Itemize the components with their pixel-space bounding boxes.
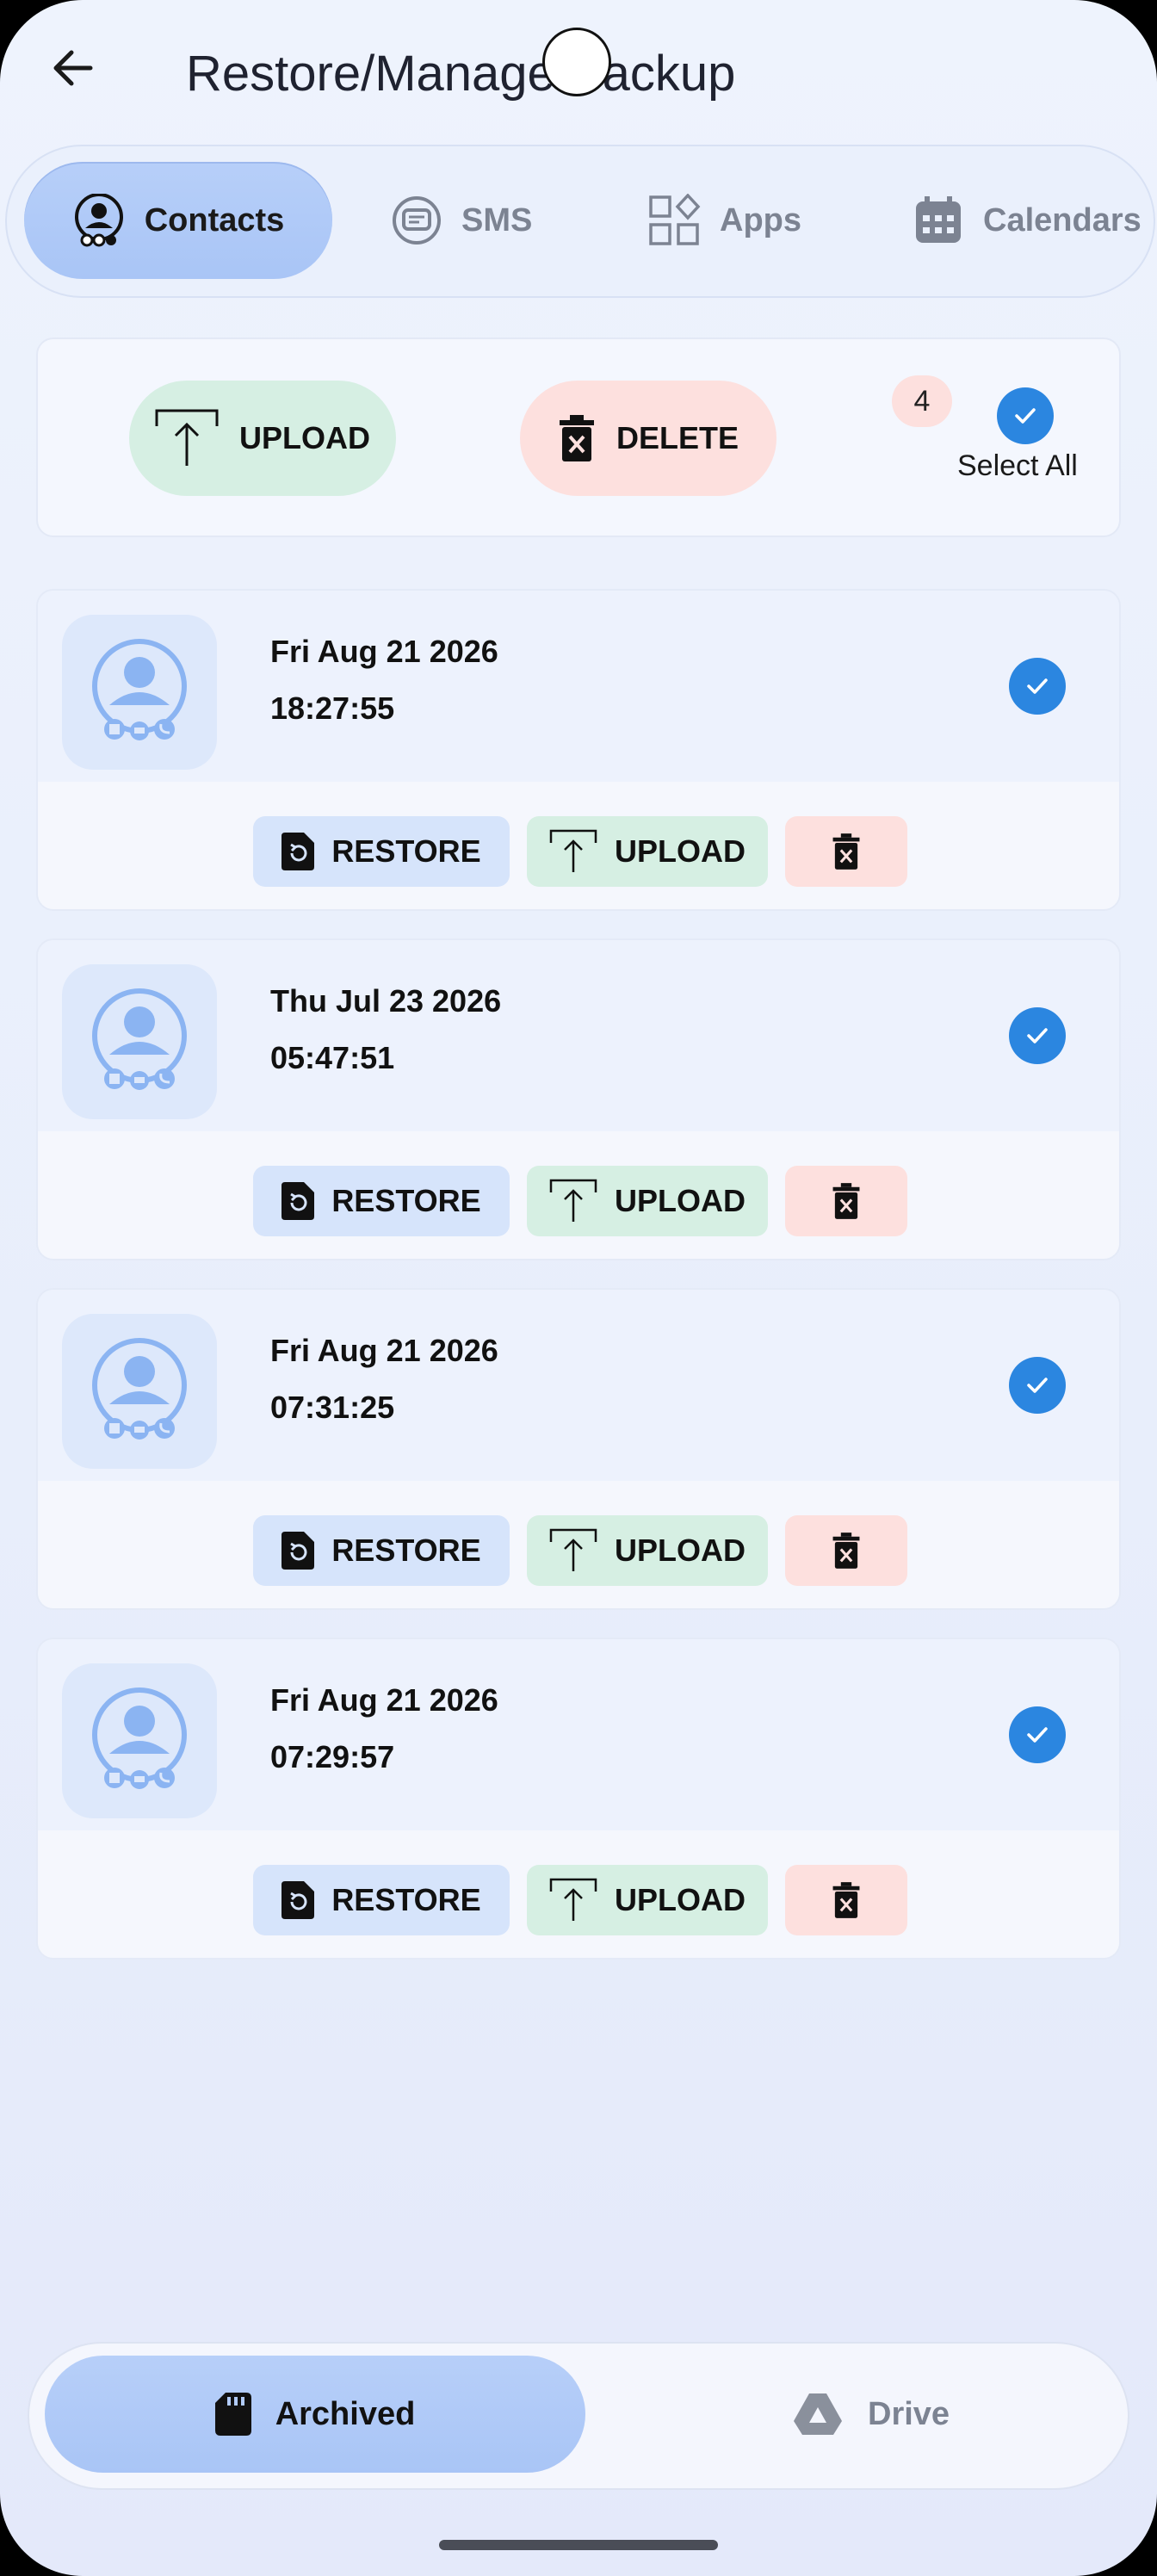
selected-count-badge: 4 <box>892 375 952 427</box>
checkmark-icon <box>1027 678 1048 694</box>
upload-icon <box>155 409 219 468</box>
delete-button[interactable] <box>785 1515 907 1586</box>
sd-card-icon <box>214 2393 251 2436</box>
contacts-backup-icon <box>62 964 217 1119</box>
camera-cutout <box>542 28 611 96</box>
back-arrow-icon <box>53 50 93 86</box>
backup-item-checkbox[interactable] <box>1009 658 1066 715</box>
category-tab-bar: Contacts SMS Apps Calendars <box>5 145 1155 298</box>
backup-item-checkbox[interactable] <box>1009 1007 1066 1064</box>
restore-label: RESTORE <box>331 833 481 869</box>
page-title: Restore/Manage Backup <box>186 46 736 102</box>
trash-icon <box>832 1183 861 1219</box>
delete-button[interactable] <box>785 1865 907 1935</box>
tab-sms-label: SMS <box>461 201 533 238</box>
nav-archived-label: Archived <box>275 2395 416 2432</box>
backup-date: Fri Aug 21 2026 <box>270 1682 498 1718</box>
checkmark-icon <box>1027 1727 1048 1743</box>
tab-contacts[interactable]: Contacts <box>24 162 332 279</box>
restore-button[interactable]: RESTORE <box>253 816 510 887</box>
upload-label: UPLOAD <box>615 1183 746 1218</box>
backup-item: Fri Aug 21 2026 18:27:55 RESTORE UPLOAD <box>36 589 1121 911</box>
select-all-checkbox[interactable] <box>997 387 1054 444</box>
backup-time: 07:31:25 <box>270 1390 395 1425</box>
upload-icon <box>549 1878 597 1923</box>
restore-icon <box>282 833 315 870</box>
upload-all-label: UPLOAD <box>239 420 370 455</box>
trash-icon <box>558 415 596 461</box>
backup-time: 07:29:57 <box>270 1739 395 1774</box>
upload-icon <box>549 829 597 874</box>
nav-drive-label: Drive <box>868 2395 950 2432</box>
tab-contacts-label: Contacts <box>144 201 285 238</box>
delete-button[interactable] <box>785 816 907 887</box>
checkmark-icon <box>1015 408 1036 424</box>
tab-calendars[interactable]: Calendars <box>913 162 1142 279</box>
restore-icon <box>282 1881 315 1919</box>
backup-date: Fri Aug 21 2026 <box>270 1333 498 1368</box>
upload-button[interactable]: UPLOAD <box>527 1515 768 1586</box>
backup-item-checkbox[interactable] <box>1009 1357 1066 1414</box>
contacts-backup-icon <box>62 615 217 770</box>
contacts-backup-icon <box>62 1314 217 1469</box>
upload-all-button[interactable]: UPLOAD <box>129 381 396 496</box>
tab-calendars-label: Calendars <box>983 201 1142 238</box>
backup-date: Fri Aug 21 2026 <box>270 634 498 669</box>
checkmark-icon <box>1027 1028 1048 1043</box>
backup-date: Thu Jul 23 2026 <box>270 983 502 1019</box>
back-button[interactable] <box>43 38 103 98</box>
drive-icon <box>792 2392 844 2437</box>
contacts-backup-icon <box>62 1663 217 1818</box>
backup-item: Fri Aug 21 2026 07:29:57 RESTORE UPLOAD <box>36 1638 1121 1960</box>
trash-icon <box>832 833 861 870</box>
restore-icon <box>282 1532 315 1570</box>
app-screen: Restore/Manage Backup Contacts SMS Apps <box>0 0 1157 2576</box>
backup-item-checkbox[interactable] <box>1009 1706 1066 1763</box>
select-all-label: Select All <box>957 449 1078 482</box>
upload-icon <box>549 1528 597 1573</box>
calendar-icon <box>913 195 964 246</box>
checkmark-icon <box>1027 1378 1048 1393</box>
restore-button[interactable]: RESTORE <box>253 1865 510 1935</box>
sms-icon <box>391 195 442 246</box>
upload-button[interactable]: UPLOAD <box>527 1865 768 1935</box>
restore-label: RESTORE <box>331 1183 481 1218</box>
upload-icon <box>549 1179 597 1223</box>
restore-label: RESTORE <box>331 1533 481 1568</box>
upload-label: UPLOAD <box>615 1533 746 1568</box>
delete-all-label: DELETE <box>616 420 739 455</box>
backup-item: Fri Aug 21 2026 07:31:25 RESTORE UPLOAD <box>36 1288 1121 1610</box>
contacts-icon <box>72 194 126 247</box>
backup-time: 05:47:51 <box>270 1040 395 1075</box>
upload-label: UPLOAD <box>615 1882 746 1917</box>
delete-button[interactable] <box>785 1166 907 1236</box>
nav-archived[interactable]: Archived <box>45 2356 585 2473</box>
restore-icon <box>282 1182 315 1220</box>
tab-apps-label: Apps <box>720 201 801 238</box>
apps-icon <box>647 194 701 247</box>
tab-sms[interactable]: SMS <box>391 162 532 279</box>
upload-button[interactable]: UPLOAD <box>527 816 768 887</box>
delete-all-button[interactable]: DELETE <box>520 381 776 496</box>
trash-icon <box>832 1533 861 1569</box>
upload-label: UPLOAD <box>615 833 746 869</box>
restore-label: RESTORE <box>331 1882 481 1917</box>
tab-apps[interactable]: Apps <box>647 162 801 279</box>
backup-item: Thu Jul 23 2026 05:47:51 RESTORE UPLOAD <box>36 938 1121 1260</box>
trash-icon <box>832 1882 861 1918</box>
nav-drive[interactable]: Drive <box>792 2356 950 2473</box>
upload-button[interactable]: UPLOAD <box>527 1166 768 1236</box>
backup-time: 18:27:55 <box>270 690 395 726</box>
restore-button[interactable]: RESTORE <box>253 1515 510 1586</box>
home-indicator[interactable] <box>439 2540 718 2550</box>
restore-button[interactable]: RESTORE <box>253 1166 510 1236</box>
